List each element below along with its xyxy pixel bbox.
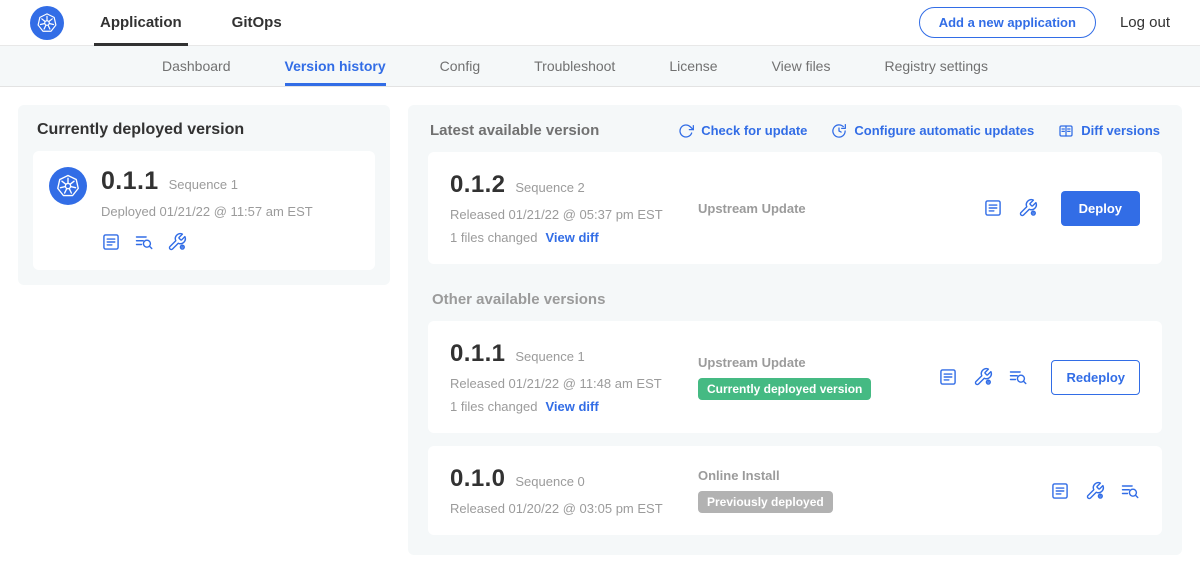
view-diff-link[interactable]: View diff	[545, 230, 598, 245]
config-icon[interactable]	[167, 232, 187, 252]
version-card-0-1-2: 0.1.2 Sequence 2 Released 01/21/22 @ 05:…	[428, 152, 1162, 264]
nav-tab-gitops[interactable]: GitOps	[226, 0, 288, 46]
currently-deployed-badge: Currently deployed version	[698, 378, 871, 400]
refresh-icon	[678, 123, 694, 139]
version-number: 0.1.1	[450, 340, 505, 368]
previously-deployed-badge: Previously deployed	[698, 491, 833, 513]
deployed-version-number: 0.1.1	[101, 167, 159, 196]
version-card-0-1-0: 0.1.0 Sequence 0 Released 01/20/22 @ 03:…	[428, 446, 1162, 535]
app-icon-kubernetes	[49, 167, 87, 205]
subnav-tab-dashboard-label: Dashboard	[162, 58, 231, 74]
subnav-tab-troubleshoot-label: Troubleshoot	[534, 58, 615, 74]
version-source-column: Upstream Update Currently deployed versi…	[698, 355, 938, 400]
navbar-right: Add a new application Log out	[919, 7, 1170, 38]
configure-automatic-updates-label: Configure automatic updates	[854, 123, 1034, 138]
subnav-tab-view-files-label: View files	[772, 58, 831, 74]
latest-version-title: Latest available version	[430, 122, 599, 139]
nav-tab-gitops-label: GitOps	[232, 14, 282, 31]
subnav-tab-license[interactable]: License	[669, 46, 717, 86]
diff-versions-label: Diff versions	[1081, 123, 1160, 138]
main-content: Currently deployed version 0.1.1 Sequenc…	[0, 87, 1200, 573]
subnav-tab-dashboard[interactable]: Dashboard	[162, 46, 231, 86]
add-application-button[interactable]: Add a new application	[919, 7, 1096, 38]
deployed-date: Deployed 01/21/22 @ 11:57 am EST	[101, 204, 313, 219]
version-source-column: Upstream Update	[698, 201, 983, 216]
version-number: 0.1.0	[450, 465, 505, 493]
config-icon[interactable]	[1018, 198, 1038, 218]
subnav-tab-version-history[interactable]: Version history	[285, 46, 386, 86]
subnav-tab-registry-settings[interactable]: Registry settings	[884, 46, 987, 86]
version-actions-column	[1050, 481, 1140, 501]
deploy-logs-icon[interactable]	[1008, 367, 1028, 387]
deployed-version-sequence: Sequence 1	[169, 177, 238, 192]
config-icon[interactable]	[973, 367, 993, 387]
check-for-update-label: Check for update	[701, 123, 807, 138]
version-number: 0.1.2	[450, 171, 505, 199]
released-date: Released 01/20/22 @ 03:05 pm EST	[450, 501, 698, 516]
version-sequence: Sequence 2	[515, 180, 584, 195]
subnav-tab-troubleshoot[interactable]: Troubleshoot	[534, 46, 615, 86]
subnav-tab-config[interactable]: Config	[440, 46, 480, 86]
deployed-icon-row	[101, 232, 313, 252]
available-versions-panel: Latest available version Check for updat…	[408, 105, 1182, 555]
files-changed-label: 1 files changed	[450, 230, 537, 245]
deployed-version-card: 0.1.1 Sequence 1 Deployed 01/21/22 @ 11:…	[33, 151, 375, 270]
version-source-column: Online Install Previously deployed	[698, 468, 1050, 513]
files-changed-label: 1 files changed	[450, 399, 537, 414]
version-info: 0.1.1 Sequence 1 Released 01/21/22 @ 11:…	[450, 340, 698, 414]
nav-tab-application[interactable]: Application	[94, 0, 188, 46]
released-date: Released 01/21/22 @ 05:37 pm EST	[450, 207, 698, 222]
release-notes-icon[interactable]	[101, 232, 121, 252]
version-source: Upstream Update	[698, 355, 806, 370]
version-sequence: Sequence 0	[515, 474, 584, 489]
deployed-version-details: 0.1.1 Sequence 1 Deployed 01/21/22 @ 11:…	[101, 167, 313, 252]
diff-versions-link[interactable]: Diff versions	[1058, 123, 1160, 139]
release-notes-icon[interactable]	[1050, 481, 1070, 501]
version-actions-column: Deploy	[983, 191, 1140, 226]
kubernetes-logo[interactable]	[30, 6, 64, 40]
app-subnav: Dashboard Version history Config Trouble…	[0, 46, 1200, 87]
released-date: Released 01/21/22 @ 11:48 am EST	[450, 376, 698, 391]
release-notes-icon[interactable]	[938, 367, 958, 387]
config-icon[interactable]	[1085, 481, 1105, 501]
redeploy-button[interactable]: Redeploy	[1051, 360, 1140, 395]
version-actions: Check for update Configure automatic upd…	[678, 123, 1160, 139]
deploy-logs-icon[interactable]	[1120, 481, 1140, 501]
deployed-panel-title: Currently deployed version	[37, 121, 375, 139]
subnav-tab-license-label: License	[669, 58, 717, 74]
release-notes-icon[interactable]	[983, 198, 1003, 218]
version-card-0-1-1: 0.1.1 Sequence 1 Released 01/21/22 @ 11:…	[428, 321, 1162, 433]
deploy-button[interactable]: Deploy	[1061, 191, 1140, 226]
version-actions-column: Redeploy	[938, 360, 1140, 395]
subnav-tab-version-history-label: Version history	[285, 58, 386, 74]
other-versions-title: Other available versions	[432, 291, 1162, 308]
logout-link[interactable]: Log out	[1120, 14, 1170, 31]
diff-icon	[1058, 123, 1074, 139]
configure-automatic-updates-link[interactable]: Configure automatic updates	[831, 123, 1034, 139]
app-nav-tabs: Application GitOps	[94, 0, 326, 46]
subnav-tab-view-files[interactable]: View files	[772, 46, 831, 86]
version-info: 0.1.2 Sequence 2 Released 01/21/22 @ 05:…	[450, 171, 698, 245]
subnav-tab-registry-settings-label: Registry settings	[884, 58, 987, 74]
version-info: 0.1.0 Sequence 0 Released 01/20/22 @ 03:…	[450, 465, 698, 516]
auto-update-icon	[831, 123, 847, 139]
deployed-version-panel: Currently deployed version 0.1.1 Sequenc…	[18, 105, 390, 285]
check-for-update-link[interactable]: Check for update	[678, 123, 807, 139]
subnav-tab-config-label: Config	[440, 58, 480, 74]
top-navbar: Application GitOps Add a new application…	[0, 0, 1200, 46]
view-diff-link[interactable]: View diff	[545, 399, 598, 414]
version-sequence: Sequence 1	[515, 349, 584, 364]
deploy-logs-icon[interactable]	[134, 232, 154, 252]
nav-tab-application-label: Application	[100, 14, 182, 31]
version-source: Upstream Update	[698, 201, 806, 216]
version-source: Online Install	[698, 468, 780, 483]
latest-version-header: Latest available version Check for updat…	[428, 120, 1162, 139]
